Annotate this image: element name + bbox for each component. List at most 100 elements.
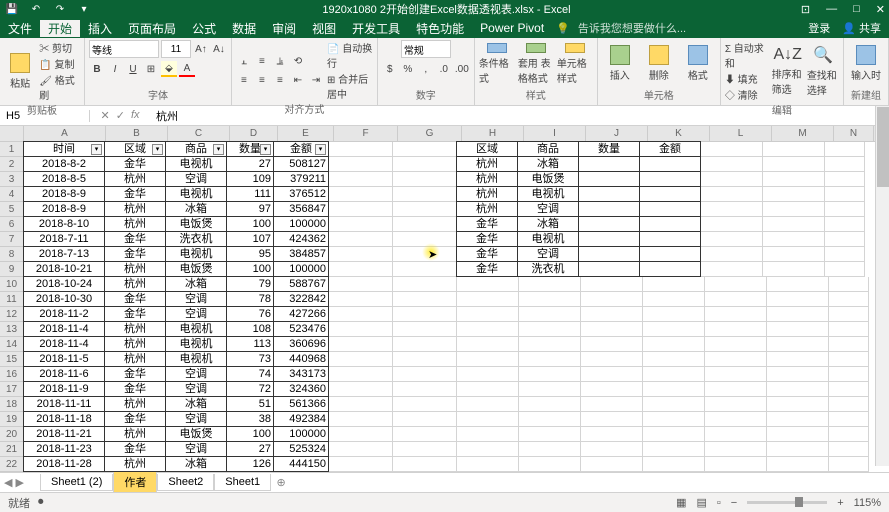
conditional-format-button[interactable]: 条件格式 bbox=[479, 43, 515, 85]
cell[interactable] bbox=[825, 172, 865, 187]
cell[interactable]: 杭州 bbox=[104, 171, 166, 187]
cell[interactable]: 113 bbox=[226, 336, 274, 352]
cell[interactable] bbox=[643, 322, 705, 337]
scroll-thumb[interactable] bbox=[877, 107, 889, 187]
cell[interactable]: 126 bbox=[226, 456, 274, 472]
cell[interactable] bbox=[767, 277, 829, 292]
row-header-15[interactable]: 15 bbox=[0, 352, 24, 367]
menu-home[interactable]: 开始 bbox=[40, 20, 80, 37]
cell[interactable] bbox=[393, 307, 457, 322]
cell[interactable] bbox=[581, 427, 643, 442]
cell[interactable]: 2018-11-4 bbox=[23, 336, 105, 352]
cell[interactable]: 523476 bbox=[273, 321, 329, 337]
cell[interactable]: 51 bbox=[226, 396, 274, 412]
cell[interactable] bbox=[825, 217, 865, 232]
cell[interactable]: 杭州 bbox=[456, 201, 518, 217]
cell[interactable]: 杭州 bbox=[456, 171, 518, 187]
cell[interactable] bbox=[705, 307, 767, 322]
align-center-icon[interactable]: ≡ bbox=[254, 72, 270, 88]
cell[interactable] bbox=[519, 457, 581, 472]
cell[interactable] bbox=[393, 172, 457, 187]
cell[interactable]: 109 bbox=[226, 171, 274, 187]
sheet-tab-3[interactable]: Sheet2 bbox=[157, 474, 214, 491]
cell[interactable] bbox=[578, 261, 640, 277]
cell[interactable] bbox=[329, 292, 393, 307]
cell[interactable]: 440968 bbox=[273, 351, 329, 367]
cell[interactable]: 492384 bbox=[273, 411, 329, 427]
cell[interactable] bbox=[457, 277, 519, 292]
row-header-18[interactable]: 18 bbox=[0, 397, 24, 412]
cell[interactable]: 杭州 bbox=[104, 426, 166, 442]
cell[interactable] bbox=[767, 412, 829, 427]
cell[interactable]: 洗衣机 bbox=[517, 261, 579, 277]
cell[interactable] bbox=[763, 217, 825, 232]
redo-icon[interactable]: ↷ bbox=[52, 1, 68, 17]
cell[interactable] bbox=[578, 216, 640, 232]
cell[interactable] bbox=[767, 307, 829, 322]
cell[interactable] bbox=[581, 382, 643, 397]
cell[interactable] bbox=[767, 352, 829, 367]
cell[interactable] bbox=[329, 172, 393, 187]
col-header-L[interactable]: L bbox=[710, 126, 772, 141]
cell[interactable] bbox=[701, 202, 763, 217]
cell[interactable] bbox=[763, 187, 825, 202]
cell[interactable]: 空调 bbox=[165, 291, 227, 307]
cell[interactable]: 空调 bbox=[165, 366, 227, 382]
cell[interactable] bbox=[581, 412, 643, 427]
cell[interactable] bbox=[829, 352, 869, 367]
cell[interactable] bbox=[519, 277, 581, 292]
cell[interactable]: 2018-10-21 bbox=[23, 261, 105, 277]
cell[interactable] bbox=[457, 382, 519, 397]
cell[interactable]: 电视机 bbox=[517, 231, 579, 247]
cell[interactable] bbox=[393, 142, 457, 157]
menu-review[interactable]: 审阅 bbox=[264, 20, 304, 37]
row-header-12[interactable]: 12 bbox=[0, 307, 24, 322]
cell[interactable] bbox=[705, 427, 767, 442]
vertical-scrollbar[interactable] bbox=[875, 106, 889, 466]
merge-button[interactable]: ⊞ 合并后居中 bbox=[327, 71, 373, 101]
cell[interactable] bbox=[763, 142, 825, 157]
cell[interactable]: 27 bbox=[226, 156, 274, 172]
cell[interactable] bbox=[578, 186, 640, 202]
cell[interactable]: 电视机 bbox=[165, 156, 227, 172]
cell[interactable] bbox=[767, 382, 829, 397]
cell[interactable] bbox=[329, 352, 393, 367]
cell[interactable] bbox=[519, 322, 581, 337]
row-header-20[interactable]: 20 bbox=[0, 427, 24, 442]
share-button[interactable]: 👤 共享 bbox=[842, 20, 881, 36]
menu-powerpivot[interactable]: Power Pivot bbox=[472, 21, 552, 35]
cell[interactable] bbox=[643, 367, 705, 382]
maximize-icon[interactable]: □ bbox=[853, 3, 860, 16]
cell[interactable] bbox=[829, 382, 869, 397]
cell[interactable] bbox=[767, 397, 829, 412]
row-header-4[interactable]: 4 bbox=[0, 187, 24, 202]
cell[interactable] bbox=[329, 277, 393, 292]
cell[interactable] bbox=[329, 382, 393, 397]
cell[interactable]: 空调 bbox=[165, 441, 227, 457]
align-bottom-icon[interactable]: ⫡ bbox=[272, 53, 288, 69]
fx-confirm-icon[interactable]: ✓ bbox=[116, 109, 125, 122]
filter-dropdown-icon[interactable]: ▾ bbox=[213, 144, 224, 155]
fx-icon[interactable]: fx bbox=[131, 109, 140, 122]
row-header-14[interactable]: 14 bbox=[0, 337, 24, 352]
row-header-21[interactable]: 21 bbox=[0, 442, 24, 457]
filter-dropdown-icon[interactable]: ▾ bbox=[91, 144, 102, 155]
cell[interactable] bbox=[639, 246, 701, 262]
cell[interactable]: 金华 bbox=[456, 261, 518, 277]
cell[interactable]: 100000 bbox=[273, 261, 329, 277]
qat-more-icon[interactable]: ▾ bbox=[76, 1, 92, 17]
cell[interactable]: 杭州 bbox=[104, 336, 166, 352]
cell[interactable] bbox=[457, 427, 519, 442]
col-header-I[interactable]: I bbox=[524, 126, 586, 141]
cell[interactable] bbox=[643, 352, 705, 367]
underline-button[interactable]: U bbox=[125, 61, 141, 77]
cell[interactable] bbox=[457, 352, 519, 367]
cell[interactable] bbox=[763, 262, 825, 277]
cell[interactable] bbox=[829, 292, 869, 307]
cell[interactable]: 356847 bbox=[273, 201, 329, 217]
cell[interactable] bbox=[705, 277, 767, 292]
cell[interactable] bbox=[639, 231, 701, 247]
cell[interactable] bbox=[705, 412, 767, 427]
autosum-button[interactable]: Σ 自动求和 bbox=[725, 40, 769, 70]
cell[interactable] bbox=[457, 457, 519, 472]
